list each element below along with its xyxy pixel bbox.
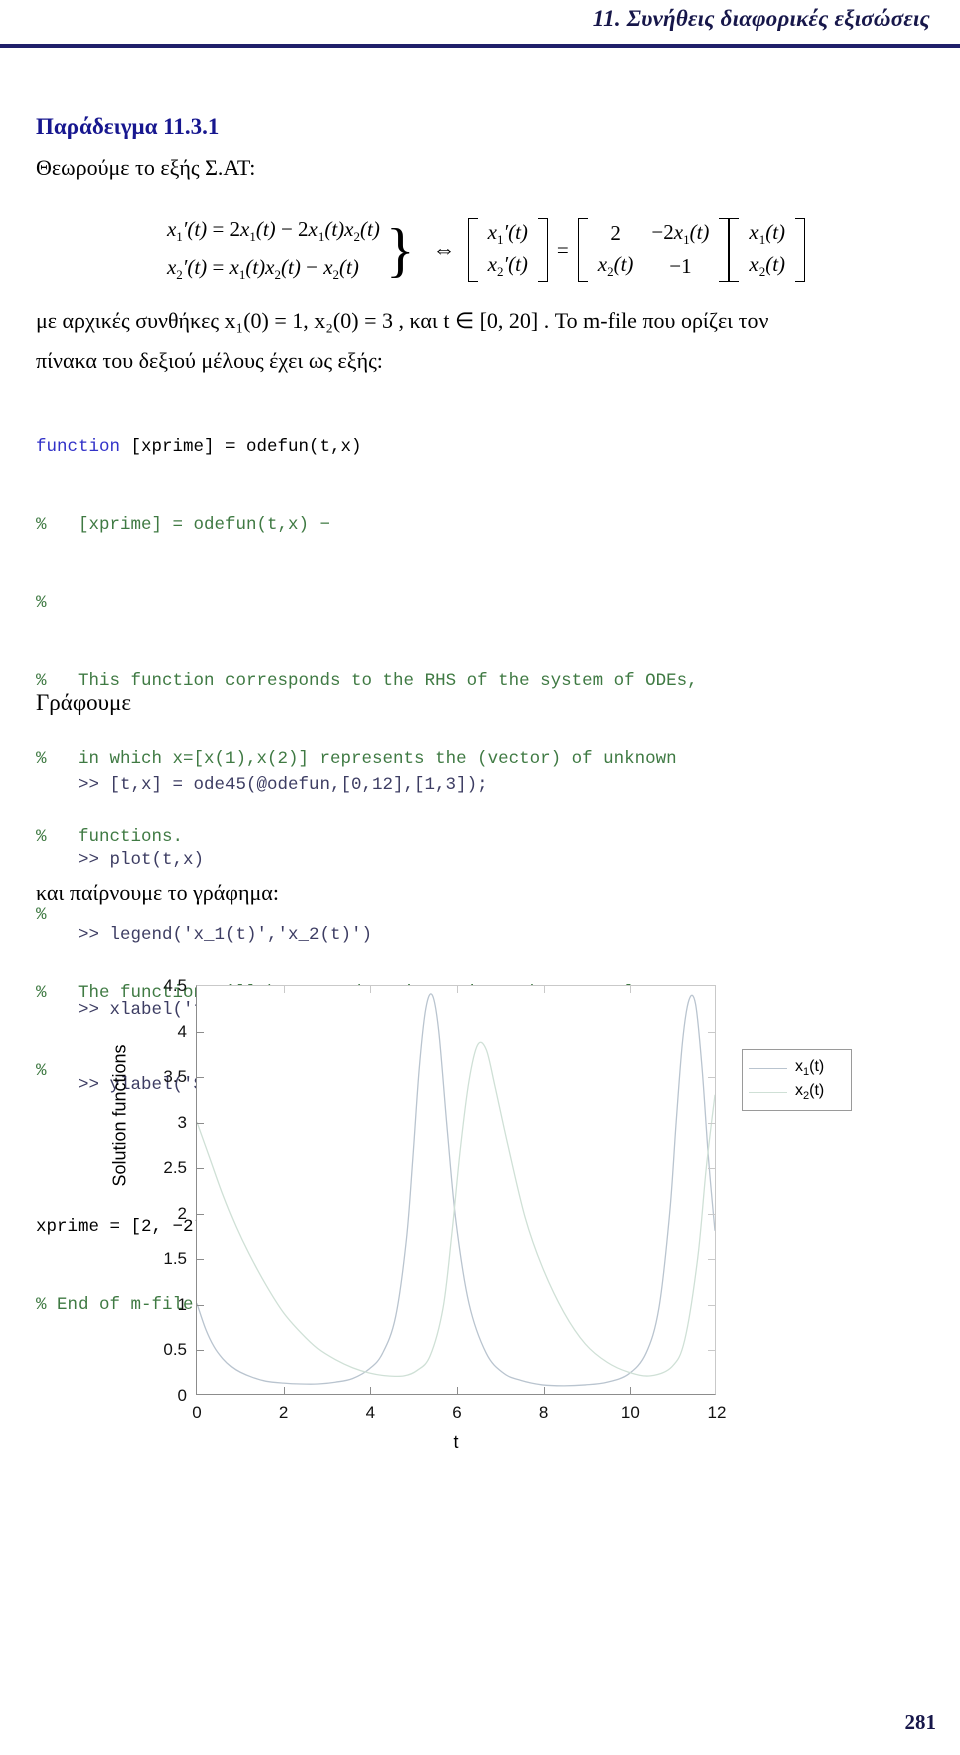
legend-entry: x1(t): [749, 1056, 845, 1080]
bracket-left: [729, 217, 740, 283]
y-axis-tick-mark: [197, 1259, 204, 1261]
plot-curves: [197, 986, 715, 1394]
y-axis-tick-mark: [197, 1077, 204, 1079]
equals-symbol: =: [556, 237, 569, 262]
y-axis-tick-label: 1.5: [163, 1249, 187, 1269]
y-axis-tick-mark: [197, 1122, 204, 1124]
x-axis-tick-mark: [543, 986, 545, 993]
y-axis-tick-mark: [197, 1168, 204, 1170]
code-text: [xprime] = odefun(t,x): [120, 437, 362, 457]
y-axis-tick-label: 1: [177, 1294, 187, 1314]
y-axis-tick-mark: [708, 1350, 715, 1352]
kai-pairnoume-text: και παίρνουμε το γράφημα:: [36, 880, 279, 905]
iff-symbol: ⇔: [432, 237, 456, 262]
y-axis-tick-mark: [197, 1350, 204, 1352]
bracket-right: [537, 217, 548, 283]
x-axis-tick-mark: [370, 1387, 372, 1394]
bracket-left: [467, 217, 478, 283]
code-line: %: [36, 593, 47, 613]
y-axis-tick-mark: [708, 1213, 715, 1215]
code-keyword: function: [36, 437, 121, 457]
grafoume-text: Γράφουμε: [36, 690, 131, 715]
legend-line-swatch: [749, 1091, 787, 1093]
matlab-figure: x1(t) x2(t) 0 0.5 1 1.5 2 2.5 3 3.5 4 4.5 0 2 4 6 8 10 1…: [0, 935, 960, 1495]
y-axis-tick-label: 2: [177, 1203, 187, 1223]
y-axis-tick-label: 4: [177, 1021, 187, 1041]
bracket-left: [577, 217, 588, 283]
equation-line-1: x1′(t) = 2x1(t) − 2x1(t)x2(t): [166, 217, 380, 245]
bracket-right: [795, 217, 806, 283]
x-axis-tick-mark: [543, 1387, 545, 1394]
plot-line-x-2-t-: [197, 1042, 715, 1376]
x-axis-tick-label: 12: [707, 1403, 727, 1422]
y-axis-tick-label: 3.5: [163, 1067, 187, 1087]
y-axis-tick-mark: [708, 1077, 715, 1079]
plot-legend: x1(t) x2(t): [742, 1049, 852, 1111]
y-axis-tick-mark: [708, 1031, 715, 1033]
legend-label: x2(t): [795, 1081, 825, 1103]
code-line: % This function corresponds to the RHS o…: [36, 671, 698, 691]
y-axis-tick-mark: [708, 1168, 715, 1170]
equation-line-2: x2′(t) = x1(t)x2(t) − x2(t): [166, 254, 359, 282]
x-axis-tick-mark: [457, 1387, 458, 1394]
x-axis-tick-mark: [283, 1387, 285, 1394]
x-axis-tick-mark: [370, 986, 372, 993]
document-page: 11. Συνήθεις διαφορικές εξισώσεις Παράδε…: [0, 0, 960, 1755]
x-axis-tick-label: 2: [278, 1403, 289, 1422]
y-axis-tick-label: 4.5: [163, 976, 187, 995]
page-number: 281: [904, 1710, 937, 1734]
bracket-right: [719, 217, 730, 283]
y-axis-tick-mark: [708, 1122, 715, 1124]
code-line: function [xprime] = odefun(t,x): [36, 434, 698, 460]
example-lead-text: Θεωρούμε το εξής Σ.ΑΤ:: [36, 155, 256, 180]
legend-entry: x2(t): [749, 1080, 845, 1104]
rhs-state-vector: x1(t) x2(t): [729, 214, 806, 286]
command-line: >> [t,x] = ode45(@odefun,[0,12],[1,3]);: [78, 775, 488, 795]
y-axis-tick-label: 3: [177, 1112, 187, 1132]
y-axis-tick-mark: [197, 1031, 204, 1033]
x-axis-tick-mark: [630, 986, 632, 993]
lhs-derivative-vector: x1′(t) x2′(t): [467, 214, 548, 286]
y-axis-label: Solution functions: [109, 1044, 130, 1187]
x-axis-tick-label: 6: [452, 1403, 462, 1422]
y-axis-tick-label: 2.5: [163, 1158, 187, 1178]
coefficient-matrix: 2 −2x1(t) x2(t) −1: [577, 214, 730, 286]
y-axis-tick-label: 0.5: [163, 1340, 187, 1360]
legend-line-swatch: [749, 1067, 787, 1069]
example-title: Παράδειγμα 11.3.1: [36, 114, 220, 139]
header-rule: [0, 44, 960, 48]
x-axis-tick-mark: [630, 1387, 632, 1394]
y-axis-tick-mark: [197, 1213, 204, 1215]
x-axis-tick-label: 0: [192, 1403, 202, 1422]
command-line: >> plot(t,x): [78, 850, 205, 870]
x-axis-tick-label: 4: [365, 1403, 376, 1422]
x-axis-tick-label: 8: [538, 1403, 549, 1422]
system-brace: }: [385, 216, 415, 283]
x-axis-tick-mark: [283, 986, 285, 993]
y-axis-tick-mark: [708, 1304, 715, 1306]
equation-left-system: x1′(t) = 2x1(t) − 2x1(t)x2(t) x2′(t) = x…: [167, 217, 384, 282]
system-equation: x1′(t) = 2x1(t) − 2x1(t)x2(t) x2′(t) = x…: [36, 195, 936, 305]
legend-label: x1(t): [795, 1057, 825, 1079]
y-axis-tick-mark: [708, 1259, 715, 1261]
code-line: % [xprime] = odefun(t,x) −: [36, 515, 331, 535]
x-axis-label: t: [453, 1432, 459, 1452]
x-axis-tick-mark: [457, 986, 458, 993]
x-axis-tick-label: 10: [620, 1403, 640, 1422]
initial-conditions-text: με αρχικές συνθήκες x₁(0) = 1, x₂(0) = 3…: [36, 308, 769, 333]
page-header-title: 11. Συνήθεις διαφορικές εξισώσεις: [592, 6, 930, 31]
matrix-description-text: πίνακα του δεξιού μέλους έχει ως εξής:: [36, 348, 383, 373]
y-axis-tick-mark: [197, 1304, 204, 1306]
plot-axes: x1(t) x2(t) 0 0.5 1 1.5 2 2.5 3 3.5 4 4.5 0 2 4 6 8 10 1…: [163, 976, 852, 1422]
